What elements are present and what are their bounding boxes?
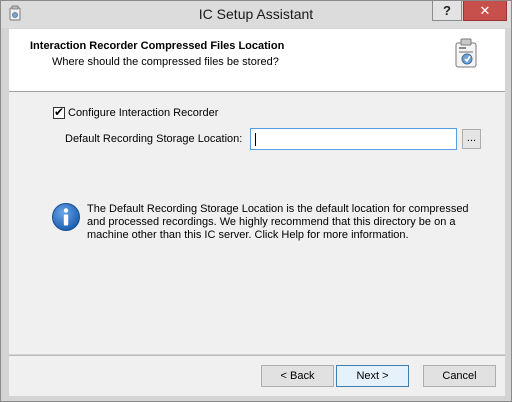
checkmark-icon: ✔ bbox=[54, 105, 65, 119]
page-subtitle: Where should the compressed files be sto… bbox=[52, 56, 279, 68]
page-title: Interaction Recorder Compressed Files Lo… bbox=[30, 40, 285, 52]
help-button[interactable]: ? bbox=[432, 1, 462, 21]
storage-location-input[interactable] bbox=[250, 128, 457, 150]
setup-assistant-window: IC Setup Assistant ? ✕ Interaction Recor… bbox=[0, 0, 512, 402]
wizard-header: Interaction Recorder Compressed Files Lo… bbox=[9, 29, 505, 92]
storage-location-label: Default Recording Storage Location: bbox=[65, 133, 243, 145]
configure-recorder-checkbox[interactable]: ✔ bbox=[53, 105, 65, 119]
wizard-footer: < Back Next > Cancel bbox=[9, 355, 505, 396]
browse-button[interactable]: ... bbox=[462, 129, 481, 149]
title-bar[interactable]: IC Setup Assistant ? ✕ bbox=[1, 1, 511, 28]
content-panel: ✔ Configure Interaction Recorder Default… bbox=[9, 92, 505, 354]
cancel-button[interactable]: Cancel bbox=[423, 365, 496, 387]
info-message: The Default Recording Storage Location i… bbox=[87, 203, 469, 241]
info-icon bbox=[52, 203, 80, 231]
setup-wizard-icon bbox=[455, 38, 477, 68]
close-button[interactable]: ✕ bbox=[463, 1, 507, 21]
back-button[interactable]: < Back bbox=[261, 365, 334, 387]
text-cursor bbox=[255, 133, 256, 146]
configure-recorder-label[interactable]: Configure Interaction Recorder bbox=[68, 107, 218, 119]
next-button[interactable]: Next > bbox=[336, 365, 409, 387]
